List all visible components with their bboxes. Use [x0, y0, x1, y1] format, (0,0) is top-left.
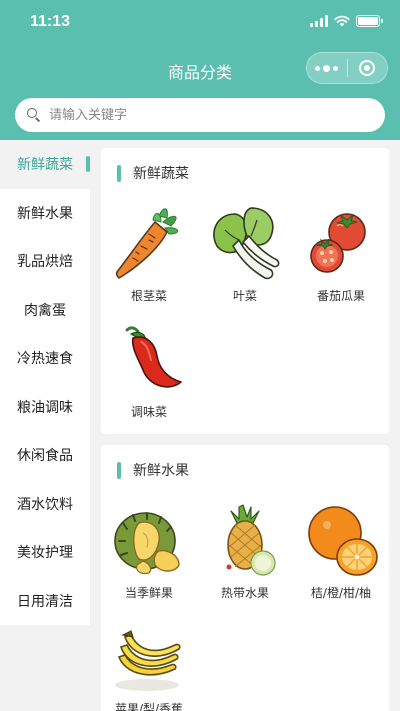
subcategory-label: 当季鲜果	[124, 586, 173, 600]
section-fresh-fruits: 新鲜水果 当季鲜果 热带水果 桔/橙/柑/柚 苹果/梨/香蕉	[101, 445, 389, 711]
sidebar-item-grain-oil-seasoning[interactable]: 粮油调味	[0, 382, 90, 431]
sidebar-item-label: 美妆护理	[17, 545, 73, 562]
section-title: 新鲜蔬菜	[133, 166, 189, 182]
subcategory-label: 番茄瓜果	[316, 289, 365, 303]
signal-icon	[310, 15, 328, 27]
more-icon[interactable]	[307, 53, 347, 83]
wifi-icon	[334, 15, 350, 27]
subcategory-label: 苹果/梨/香蕉	[114, 702, 184, 711]
chili-pepper-icon	[125, 326, 182, 388]
search-area	[0, 94, 400, 140]
sidebar-item-label: 乳品烘焙	[17, 254, 73, 271]
tomato-icon	[310, 213, 366, 273]
pineapple-icon	[226, 504, 276, 576]
section-title: 新鲜水果	[133, 463, 189, 479]
subcategory-leafy-greens[interactable]: 叶菜	[197, 198, 293, 314]
sidebar-item-label: 新鲜蔬菜	[17, 157, 73, 174]
category-content: 新鲜蔬菜 根茎菜 叶菜 番茄瓜果 调味菜 新鲜水果 当季鲜果 热带水果 桔/橙/…	[101, 148, 389, 711]
sidebar-item-label: 肉禽蛋	[24, 302, 66, 319]
subcategory-label: 桔/橙/柑/柚	[310, 586, 372, 600]
mini-program-capsule	[306, 52, 388, 84]
section-accent-bar	[117, 164, 121, 182]
subcategory-apple-pear-banana[interactable]: 苹果/梨/香蕉	[101, 611, 197, 711]
sidebar-item-dairy-bakery[interactable]: 乳品烘焙	[0, 237, 90, 286]
sidebar-item-snacks[interactable]: 休闲食品	[0, 431, 90, 480]
subcategory-label: 叶菜	[232, 289, 257, 303]
section-accent-bar	[117, 461, 121, 479]
sidebar-item-label: 休闲食品	[17, 448, 73, 465]
section-fresh-vegetables: 新鲜蔬菜 根茎菜 叶菜 番茄瓜果 调味菜	[101, 148, 389, 434]
sidebar-item-ready-meals[interactable]: 冷热速食	[0, 334, 90, 383]
status-bar: 11:13	[0, 0, 400, 44]
subcategory-tomato-melons[interactable]: 番茄瓜果	[293, 198, 389, 314]
carrot-icon	[115, 208, 179, 279]
section-header: 新鲜蔬菜	[101, 148, 389, 198]
sidebar-item-meat-poultry-eggs[interactable]: 肉禽蛋	[0, 285, 90, 334]
subcategory-seasonal-fruits[interactable]: 当季鲜果	[101, 495, 197, 611]
subcategory-root-vegetables[interactable]: 根茎菜	[101, 198, 197, 314]
orange-icon	[308, 506, 378, 576]
subcategory-label: 调味菜	[130, 405, 167, 419]
sidebar-item-label: 冷热速食	[17, 351, 73, 368]
sidebar-item-fresh-vegetables[interactable]: 新鲜蔬菜	[0, 140, 90, 189]
sidebar-item-beauty-care[interactable]: 美妆护理	[0, 528, 90, 577]
banana-icon	[115, 630, 181, 691]
search-icon	[27, 108, 41, 122]
subcategory-label: 热带水果	[220, 586, 269, 600]
sidebar-item-drinks[interactable]: 酒水饮料	[0, 479, 90, 528]
subcategory-grid: 当季鲜果 热带水果 桔/橙/柑/柚 苹果/梨/香蕉	[101, 495, 389, 711]
subcategory-citrus[interactable]: 桔/橙/柑/柚	[293, 495, 389, 611]
sidebar-item-label: 日用清洁	[17, 593, 73, 610]
close-icon[interactable]	[347, 53, 387, 83]
search-box[interactable]	[15, 98, 385, 132]
subcategory-label: 根茎菜	[130, 289, 167, 303]
battery-icon	[356, 15, 383, 27]
sidebar-item-label: 酒水饮料	[17, 496, 73, 513]
subcategory-seasoning-vegetables[interactable]: 调味菜	[101, 314, 197, 430]
sidebar-item-label: 新鲜水果	[17, 205, 73, 222]
sidebar-item-label: 粮油调味	[17, 399, 73, 416]
status-time: 11:13	[30, 13, 71, 30]
status-icons	[310, 15, 383, 27]
search-input[interactable]	[49, 107, 349, 123]
bok-choy-icon	[213, 207, 280, 280]
durian-icon	[114, 512, 180, 575]
sidebar-item-daily-cleaning[interactable]: 日用清洁	[0, 576, 90, 625]
nav-bar: 商品分类	[0, 44, 400, 94]
subcategory-tropical-fruits[interactable]: 热带水果	[197, 495, 293, 611]
sidebar-item-fresh-fruits[interactable]: 新鲜水果	[0, 188, 90, 237]
category-sidebar: 新鲜蔬菜 新鲜水果 乳品烘焙 肉禽蛋 冷热速食 粮油调味 休闲食品 酒水饮料 美…	[0, 140, 90, 625]
subcategory-grid: 根茎菜 叶菜 番茄瓜果 调味菜	[101, 198, 389, 434]
section-header: 新鲜水果	[101, 445, 389, 495]
